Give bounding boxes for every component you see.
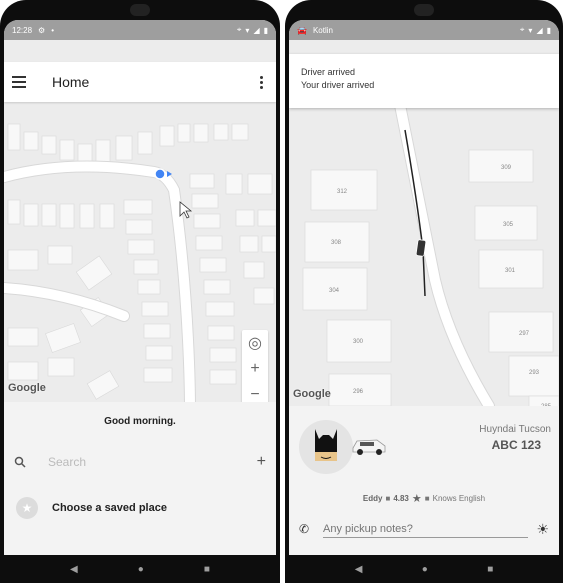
status-bar: 🚘 Kotlin ⌖ ▾ ◢ ▮ xyxy=(289,20,559,40)
screenshot-stage: 12:28 ⚙ • ⌖ ▾ ◢ ▮ Google Home ◎ + − Good… xyxy=(0,0,563,583)
home-circle-icon[interactable]: ● xyxy=(422,564,428,575)
saved-place-row[interactable]: ★ Choose a saved place xyxy=(4,496,276,520)
zoom-in-button[interactable]: + xyxy=(242,356,268,382)
svg-text:308: 308 xyxy=(331,240,342,246)
wifi-icon: ▾ xyxy=(245,25,250,35)
svg-text:312: 312 xyxy=(337,189,348,195)
battery-icon: ▮ xyxy=(263,25,268,35)
front-camera xyxy=(130,4,150,16)
hamburger-menu-icon[interactable] xyxy=(12,73,30,91)
map-controls: ◎ + − xyxy=(242,330,268,408)
page-title: Home xyxy=(52,74,90,90)
app-bar: Home xyxy=(4,62,276,102)
current-location-dot xyxy=(154,168,166,180)
plus-icon[interactable]: + xyxy=(257,453,266,471)
notification-body: Your driver arrived xyxy=(301,80,375,90)
android-nav-bar: ◀ ● ■ xyxy=(0,555,280,583)
google-logo: Google xyxy=(8,382,46,394)
saved-place-label: Choose a saved place xyxy=(52,502,167,514)
brightness-icon[interactable]: ☀ xyxy=(536,521,549,538)
separator-square-icon: ■ xyxy=(385,494,391,503)
search-row[interactable]: Search + xyxy=(4,450,276,474)
pickup-notes-row: ✆ ☀ xyxy=(299,518,549,540)
notification-title: Driver arrived xyxy=(301,67,356,77)
license-plate: ABC 123 xyxy=(491,438,541,452)
right-phone: 🚘 Kotlin ⌖ ▾ ◢ ▮ 309 312 305 308 301 304… xyxy=(285,0,563,583)
right-screen: 🚘 Kotlin ⌖ ▾ ◢ ▮ 309 312 305 308 301 304… xyxy=(289,20,559,555)
left-phone: 12:28 ⚙ • ⌖ ▾ ◢ ▮ Google Home ◎ + − Good… xyxy=(0,0,280,583)
svg-text:305: 305 xyxy=(503,222,514,228)
driver-summary: Eddy ■ 4.83 ★ ■ Knows English xyxy=(289,492,559,505)
my-location-icon[interactable]: ◎ xyxy=(242,330,268,356)
pickup-notes-input[interactable] xyxy=(323,520,529,538)
car-photo-icon xyxy=(352,439,386,455)
home-circle-icon[interactable]: ● xyxy=(138,564,144,575)
status-app-name: Kotlin xyxy=(312,25,333,35)
android-nav-bar: ◀ ● ■ xyxy=(285,555,563,583)
location-status-icon: ⌖ xyxy=(236,25,242,34)
svg-text:301: 301 xyxy=(505,268,516,274)
svg-text:293: 293 xyxy=(529,370,540,376)
driver-rating: 4.83 xyxy=(393,494,409,503)
star-icon: ★ xyxy=(16,497,38,519)
status-time: 12:28 xyxy=(12,25,33,35)
driver-name: Eddy xyxy=(362,494,383,503)
star-icon: ★ xyxy=(411,493,422,505)
phone-icon[interactable]: ✆ xyxy=(299,522,315,536)
left-screen: 12:28 ⚙ • ⌖ ▾ ◢ ▮ Google Home ◎ + − Good… xyxy=(4,20,276,555)
svg-text:296: 296 xyxy=(353,389,364,395)
notification-dot-icon: • xyxy=(51,25,55,35)
svg-text:309: 309 xyxy=(501,165,512,171)
location-status-icon: ⌖ xyxy=(519,25,525,34)
more-vert-icon[interactable] xyxy=(254,73,268,91)
google-logo: Google xyxy=(293,388,331,400)
wifi-icon: ▾ xyxy=(528,25,533,35)
status-bar: 12:28 ⚙ • ⌖ ▾ ◢ ▮ xyxy=(4,20,276,40)
svg-text:300: 300 xyxy=(353,339,364,345)
car-model: Huyndai Tucson xyxy=(479,424,551,435)
front-camera xyxy=(414,4,434,16)
home-bottom-sheet: Good morning. Search + ★ Choose a saved … xyxy=(4,402,276,555)
settings-icon: ⚙ xyxy=(38,25,46,35)
back-triangle-icon[interactable]: ◀ xyxy=(355,564,363,575)
signal-icon: ◢ xyxy=(253,25,260,35)
driver-arrived-notification[interactable]: Driver arrived Your driver arrived xyxy=(289,54,559,108)
driver-info-sheet: Huyndai Tucson ABC 123 Eddy ■ 4.83 ★ ■ K… xyxy=(289,406,559,555)
greeting-text: Good morning. xyxy=(104,416,176,427)
avatar xyxy=(299,420,353,474)
driver-car-icon xyxy=(415,239,427,257)
recent-square-icon[interactable]: ■ xyxy=(487,564,493,575)
separator-square-icon: ■ xyxy=(424,494,430,503)
svg-text:297: 297 xyxy=(519,331,530,337)
battery-icon: ▮ xyxy=(546,25,551,35)
signal-icon: ◢ xyxy=(536,25,543,35)
search-icon xyxy=(14,456,26,468)
svg-text:304: 304 xyxy=(329,288,340,294)
batman-avatar-icon xyxy=(315,429,337,461)
search-input[interactable]: Search xyxy=(48,455,257,469)
recent-square-icon[interactable]: ■ xyxy=(204,564,210,575)
driver-language: Knows English xyxy=(432,494,486,503)
back-triangle-icon[interactable]: ◀ xyxy=(70,564,78,575)
car-status-icon: 🚘 xyxy=(297,25,307,35)
